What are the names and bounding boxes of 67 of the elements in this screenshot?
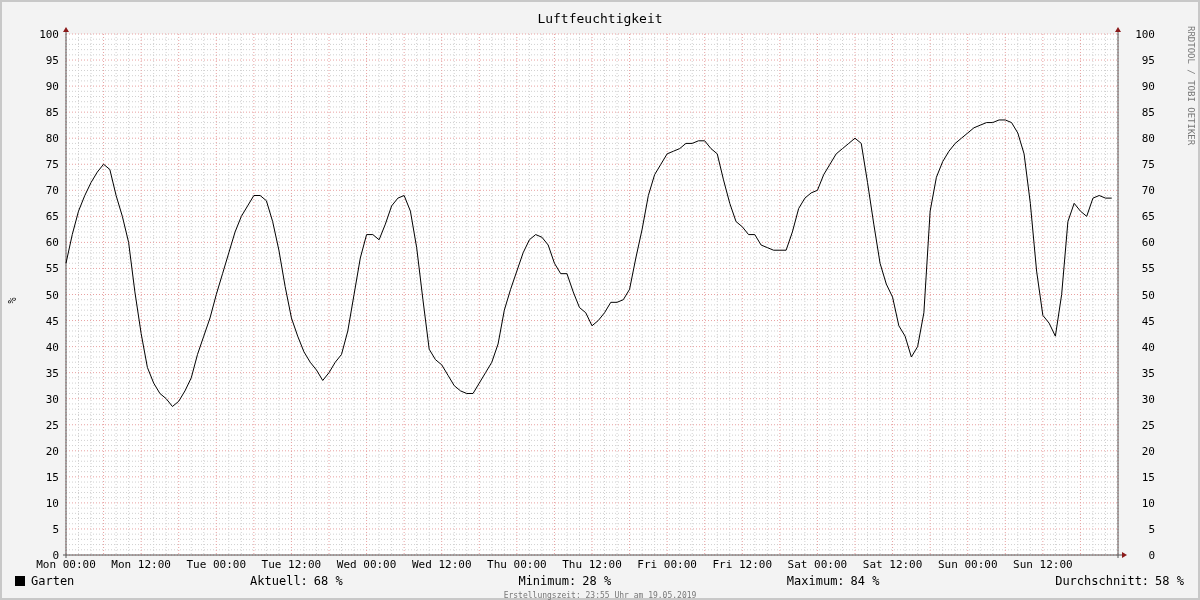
- stat-value: 58 %: [1155, 574, 1184, 588]
- x-tick-label: Thu 12:00: [562, 558, 622, 571]
- y-tick-label: 70: [1141, 184, 1155, 198]
- y-tick-label: 75: [45, 158, 59, 172]
- y-tick-label: 20: [1141, 444, 1155, 458]
- y-tick-label: 85: [45, 106, 59, 120]
- credit-text: RRDTOOL / TOBI OETIKER: [1186, 26, 1196, 146]
- x-tick-label: Tue 00:00: [186, 558, 247, 571]
- x-tick-label: Sat 00:00: [787, 558, 848, 571]
- y-tick-label: 15: [1141, 470, 1155, 484]
- y-tick-label: 35: [45, 366, 59, 380]
- x-tick-label: Mon 12:00: [111, 558, 171, 571]
- stat-label: Aktuell:: [250, 574, 308, 588]
- y-tick-label: 10: [45, 496, 59, 510]
- y-tick-label: 10: [1141, 496, 1155, 510]
- y-tick-label: 100: [39, 28, 59, 41]
- y-tick-label: 40: [1141, 340, 1155, 354]
- y-tick-label: 5: [52, 522, 59, 536]
- x-tick-label: Fri 00:00: [637, 558, 697, 571]
- x-tick-label: Sun 00:00: [937, 558, 998, 571]
- y-tick-label: 65: [45, 210, 59, 224]
- y-tick-label: 60: [45, 236, 59, 250]
- y-tick-label: 65: [1141, 210, 1155, 224]
- x-tick-label: Wed 00:00: [336, 558, 397, 571]
- y-tick-label: 50: [1141, 288, 1155, 302]
- y-tick-label: 100: [1135, 28, 1155, 41]
- y-tick-label: 15: [45, 470, 59, 484]
- legend-label: Garten: [31, 574, 75, 588]
- y-tick-label: 30: [1141, 392, 1155, 406]
- stat-label: Maximum:: [786, 574, 845, 588]
- x-tick-label: Sun 12:00: [1013, 558, 1073, 571]
- x-tick-label: Tue 12:00: [261, 558, 322, 571]
- x-tick-label: Fri 12:00: [712, 558, 773, 571]
- y-tick-label: 25: [45, 418, 59, 432]
- y-tick-label: 60: [1141, 236, 1155, 250]
- y-axis-unit: %: [5, 297, 17, 303]
- y-tick-label: 85: [1141, 106, 1155, 120]
- y-tick-label: 30: [45, 392, 59, 406]
- y-tick-label: 20: [45, 444, 59, 458]
- y-tick-label: 95: [1141, 54, 1155, 68]
- y-tick-label: 90: [45, 80, 59, 94]
- y-tick-label: 50: [45, 288, 59, 302]
- chart-title: Luftfeuchtigkeit: [537, 12, 663, 26]
- y-tick-label: 0: [1148, 549, 1155, 562]
- y-tick-label: 55: [1141, 262, 1155, 276]
- y-tick-label: 45: [1141, 314, 1155, 328]
- y-tick-label: 25: [1141, 418, 1155, 432]
- x-tick-label: Thu 00:00: [487, 558, 547, 571]
- y-tick-label: 35: [1141, 366, 1155, 380]
- stat-label: Minimum:: [518, 574, 577, 588]
- stat-value: 68 %: [313, 574, 343, 588]
- y-tick-label: 95: [45, 54, 59, 68]
- timestamp-text: Erstellungszeit: 23:55 Uhr am 19.05.2019: [503, 591, 697, 600]
- y-tick-label: 90: [1141, 80, 1155, 94]
- y-tick-label: 75: [1141, 158, 1155, 172]
- y-tick-label: 5: [1148, 522, 1155, 536]
- y-tick-label: 80: [45, 132, 59, 146]
- y-tick-label: 40: [45, 340, 59, 354]
- y-tick-label: 80: [1141, 132, 1155, 146]
- stat-value: 84 %: [850, 574, 880, 588]
- y-tick-label: 70: [45, 184, 59, 198]
- x-tick-label: Wed 12:00: [411, 558, 472, 571]
- stat-value: 28 %: [582, 574, 612, 588]
- y-tick-label: 45: [45, 314, 59, 328]
- x-tick-label: Sat 12:00: [862, 558, 923, 571]
- stat-label: Durchschnitt:: [1055, 574, 1150, 588]
- y-tick-label: 55: [45, 262, 59, 276]
